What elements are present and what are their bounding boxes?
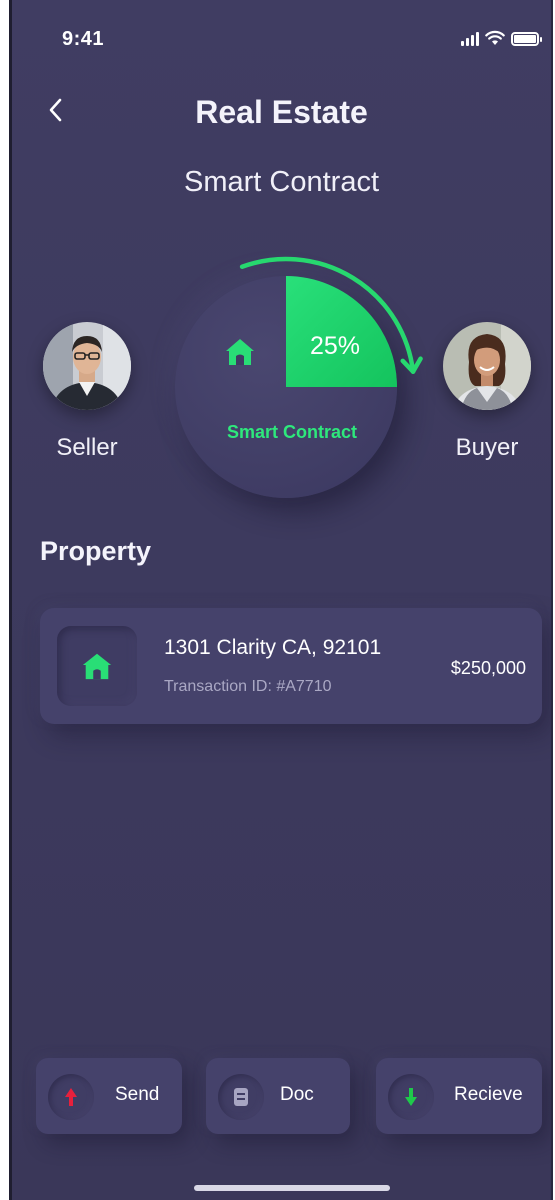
house-icon <box>226 339 254 365</box>
buyer-label: Buyer <box>455 434 519 461</box>
seller-avatar <box>43 322 131 410</box>
progress-ring <box>239 256 423 387</box>
property-icon-box <box>57 626 137 706</box>
buyer-profile[interactable]: Buyer <box>432 322 542 462</box>
contract-label: Smart Contract <box>226 422 358 442</box>
property-card[interactable]: 1301 Clarity CA, 92101 Transaction ID: #… <box>40 608 542 724</box>
transaction-id: Transaction ID: #A7710 <box>164 678 332 695</box>
send-icon-circle <box>48 1074 94 1120</box>
document-icon <box>234 1088 248 1106</box>
wifi-icon <box>485 30 505 45</box>
doc-label: Doc <box>280 1084 314 1105</box>
page-subtitle: Smart Contract <box>184 166 379 198</box>
status-icons <box>461 30 542 46</box>
status-time: 9:41 <box>62 28 105 50</box>
property-address: 1301 Clarity CA, 92101 <box>164 636 382 659</box>
home-indicator[interactable] <box>194 1185 390 1191</box>
buyer-avatar <box>443 322 531 410</box>
send-label: Send <box>115 1084 160 1105</box>
receive-icon-circle <box>388 1074 434 1120</box>
property-price: $250,000 <box>450 658 526 678</box>
receive-button[interactable]: Recieve <box>376 1058 542 1134</box>
house-icon <box>82 653 112 680</box>
app-screen: 9:41 Real Estate Smart Contract Seller B… <box>9 0 553 1200</box>
seller-profile[interactable]: Seller <box>32 322 142 462</box>
battery-icon <box>511 32 542 46</box>
doc-button[interactable]: Doc <box>206 1058 350 1134</box>
signal-icon <box>461 32 479 46</box>
arrow-up-icon <box>65 1088 77 1106</box>
receive-label: Recieve <box>454 1084 523 1105</box>
progress-percent: 25% <box>310 332 361 360</box>
doc-icon-circle <box>218 1074 264 1120</box>
page-title: Real Estate <box>195 94 368 130</box>
seller-label: Seller <box>56 434 118 461</box>
arrow-down-icon <box>405 1088 417 1106</box>
property-section-title: Property <box>40 536 152 566</box>
send-button[interactable]: Send <box>36 1058 182 1134</box>
